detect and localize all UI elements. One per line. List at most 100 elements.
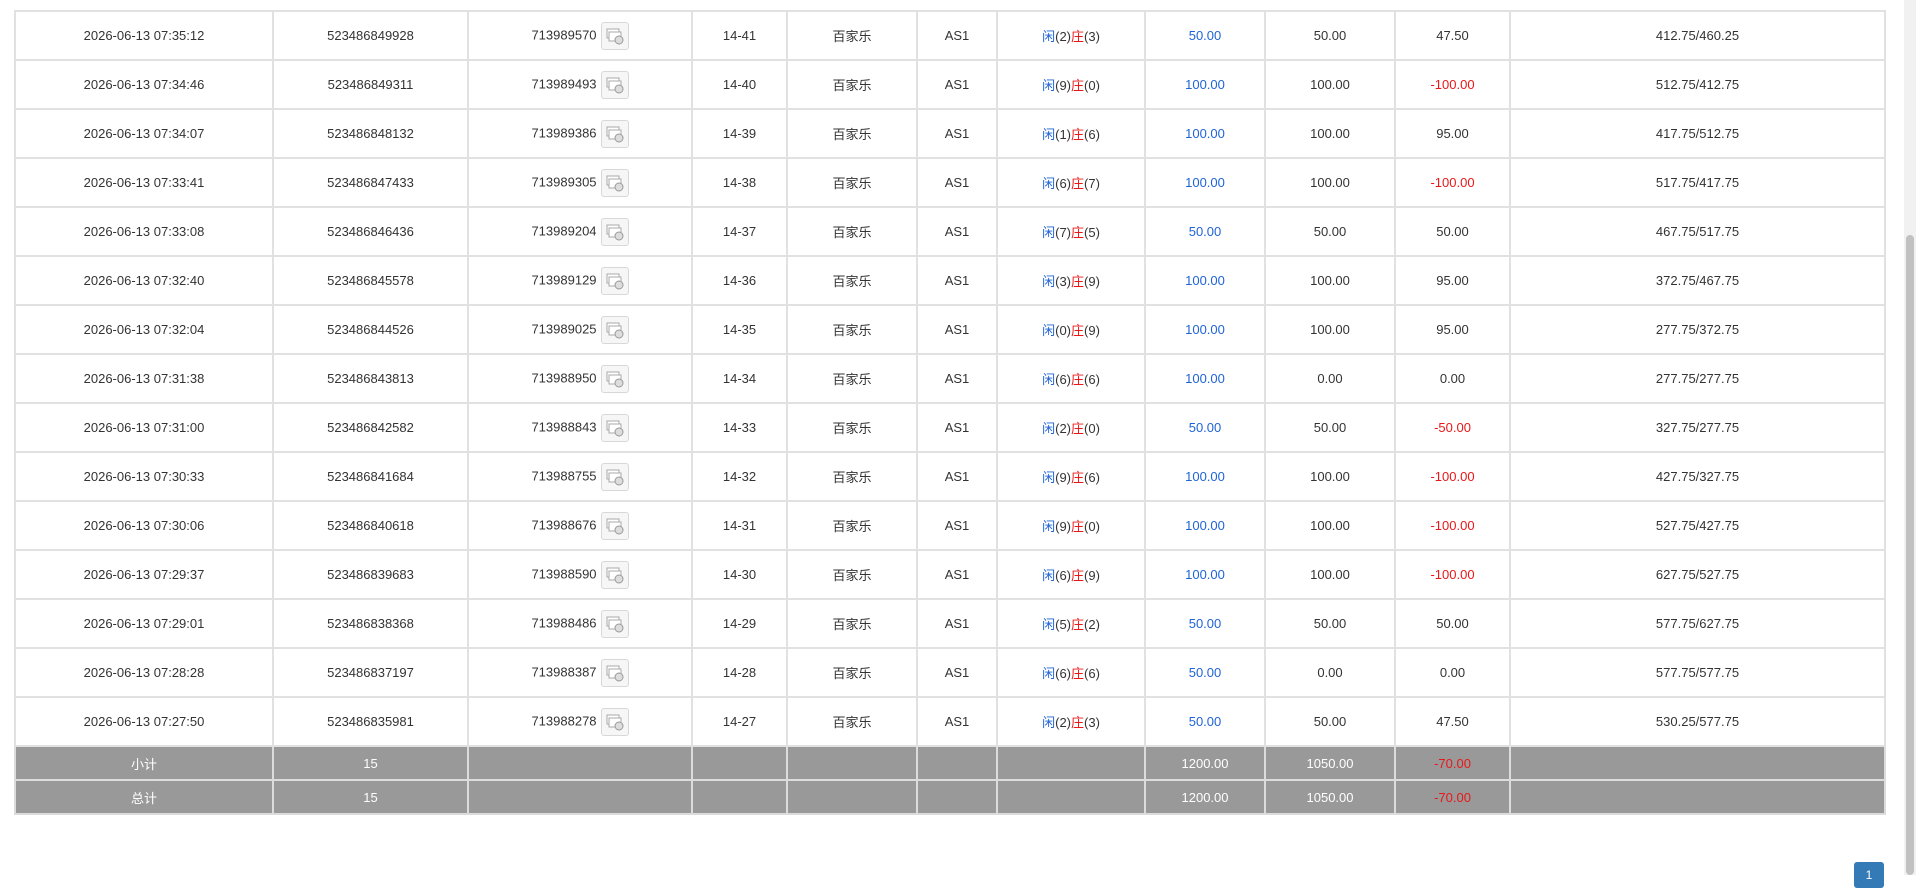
round-cell: 14-37: [691, 206, 788, 257]
result-cell: 闲(6)庄(6): [996, 353, 1146, 404]
table-row: 2026-06-13 07:31:38 523486843813 7139889…: [14, 353, 1886, 404]
game-number-cell: 713989025: [467, 304, 693, 355]
player-points: (6): [1055, 568, 1071, 583]
bet-time-cell: 2026-06-13 07:33:08: [14, 206, 274, 257]
game-detail-icon[interactable]: [600, 609, 629, 638]
valid-bet-cell: 100.00: [1264, 255, 1396, 306]
game-detail-icon[interactable]: [600, 364, 629, 393]
win-loss-cell: 50.00: [1394, 206, 1511, 257]
round-cell: 14-29: [691, 598, 788, 649]
bet-number-cell: 523486843813: [272, 353, 469, 404]
player-points: (0): [1055, 323, 1071, 338]
player-points: (9): [1055, 519, 1071, 534]
table-code-cell: AS1: [916, 255, 998, 306]
records-table-wrapper: 2026-06-13 07:35:12 523486849928 7139895…: [14, 10, 1886, 815]
bet-number-cell: 523486846436: [272, 206, 469, 257]
scrollbar-thumb[interactable]: [1906, 235, 1914, 875]
bet-amount-cell: 100.00: [1144, 255, 1266, 306]
player-points: (6): [1055, 372, 1071, 387]
bet-time-cell: 2026-06-13 07:27:50: [14, 696, 274, 747]
game-detail-icon[interactable]: [600, 119, 629, 148]
banker-points: (3): [1084, 29, 1100, 44]
game-number-text: 713989129: [531, 271, 597, 287]
records-body: 2026-06-13 07:35:12 523486849928 7139895…: [14, 10, 1886, 815]
player-label: 闲: [1042, 78, 1056, 93]
bet-amount-cell: 50.00: [1144, 696, 1266, 747]
player-points: (6): [1055, 666, 1071, 681]
balance-cell: 467.75/517.75: [1509, 206, 1886, 257]
win-loss-cell: 95.00: [1394, 108, 1511, 159]
table-row: 2026-06-13 07:29:01 523486838368 7139884…: [14, 598, 1886, 649]
banker-points: (3): [1084, 715, 1100, 730]
valid-bet-cell: 100.00: [1264, 157, 1396, 208]
game-number-cell: 713988676: [467, 500, 693, 551]
game-type-cell: 百家乐: [786, 402, 918, 453]
game-number-cell: 713988755: [467, 451, 693, 502]
summary-empty-cell: [1509, 745, 1886, 781]
player-points: (5): [1055, 617, 1071, 632]
game-number-cell: 713989305: [467, 157, 693, 208]
bet-amount-cell: 100.00: [1144, 157, 1266, 208]
round-cell: 14-27: [691, 696, 788, 747]
game-detail-icon[interactable]: [600, 560, 629, 589]
table-code-cell: AS1: [916, 451, 998, 502]
game-detail-icon[interactable]: [600, 217, 629, 246]
game-detail-icon[interactable]: [600, 315, 629, 344]
table-row: 2026-06-13 07:32:40 523486845578 7139891…: [14, 255, 1886, 306]
player-points: (3): [1055, 274, 1071, 289]
banker-label: 庄: [1071, 715, 1085, 730]
result-cell: 闲(2)庄(3): [996, 696, 1146, 747]
bet-time-cell: 2026-06-13 07:31:38: [14, 353, 274, 404]
valid-bet-cell: 50.00: [1264, 10, 1396, 61]
win-loss-cell: 50.00: [1394, 598, 1511, 649]
table-code-cell: AS1: [916, 549, 998, 600]
bet-time-cell: 2026-06-13 07:30:33: [14, 451, 274, 502]
bet-time-cell: 2026-06-13 07:32:04: [14, 304, 274, 355]
pagination-page-button[interactable]: 1: [1854, 862, 1884, 888]
summary-empty-cell: [916, 779, 998, 815]
result-cell: 闲(2)庄(0): [996, 402, 1146, 453]
game-detail-icon[interactable]: [600, 70, 629, 99]
table-code-cell: AS1: [916, 598, 998, 649]
game-detail-icon[interactable]: [600, 168, 629, 197]
bet-number-cell: 523486838368: [272, 598, 469, 649]
summary-empty-cell: [691, 779, 788, 815]
table-row: 2026-06-13 07:30:06 523486840618 7139886…: [14, 500, 1886, 551]
game-number-text: 713988486: [531, 614, 597, 630]
game-number-text: 713988387: [531, 663, 597, 679]
table-code-cell: AS1: [916, 647, 998, 698]
result-cell: 闲(6)庄(9): [996, 549, 1146, 600]
game-detail-icon[interactable]: [600, 462, 629, 491]
banker-label: 庄: [1071, 519, 1085, 534]
vertical-scrollbar[interactable]: [1904, 0, 1916, 875]
game-detail-icon[interactable]: [600, 658, 629, 687]
bet-number-cell: 523486847433: [272, 157, 469, 208]
table-row: 2026-06-13 07:30:33 523486841684 7139887…: [14, 451, 1886, 502]
result-cell: 闲(0)庄(9): [996, 304, 1146, 355]
bet-number-cell: 523486837197: [272, 647, 469, 698]
bet-number-cell: 523486849928: [272, 10, 469, 61]
game-detail-icon[interactable]: [600, 266, 629, 295]
game-number-cell: 713988486: [467, 598, 693, 649]
banker-label: 庄: [1071, 617, 1085, 632]
table-row: 2026-06-13 07:32:04 523486844526 7139890…: [14, 304, 1886, 355]
game-detail-icon[interactable]: [600, 413, 629, 442]
summary-row: 小计 15 1200.00 1050.00 -70.00: [14, 745, 1886, 781]
summary-label-cell: 总计: [14, 779, 274, 815]
game-detail-icon[interactable]: [600, 21, 629, 50]
summary-empty-cell: [996, 745, 1146, 781]
bet-number-cell: 523486839683: [272, 549, 469, 600]
game-number-cell: 713988278: [467, 696, 693, 747]
balance-cell: 512.75/412.75: [1509, 59, 1886, 110]
game-number-cell: 713988950: [467, 353, 693, 404]
game-type-cell: 百家乐: [786, 696, 918, 747]
game-detail-icon[interactable]: [600, 707, 629, 736]
player-label: 闲: [1042, 421, 1056, 436]
win-loss-cell: -100.00: [1394, 59, 1511, 110]
win-loss-cell: 47.50: [1394, 696, 1511, 747]
bet-time-cell: 2026-06-13 07:28:28: [14, 647, 274, 698]
game-detail-icon[interactable]: [600, 511, 629, 540]
player-points: (1): [1055, 127, 1071, 142]
win-loss-cell: 47.50: [1394, 10, 1511, 61]
summary-valid-cell: 1050.00: [1264, 745, 1396, 781]
